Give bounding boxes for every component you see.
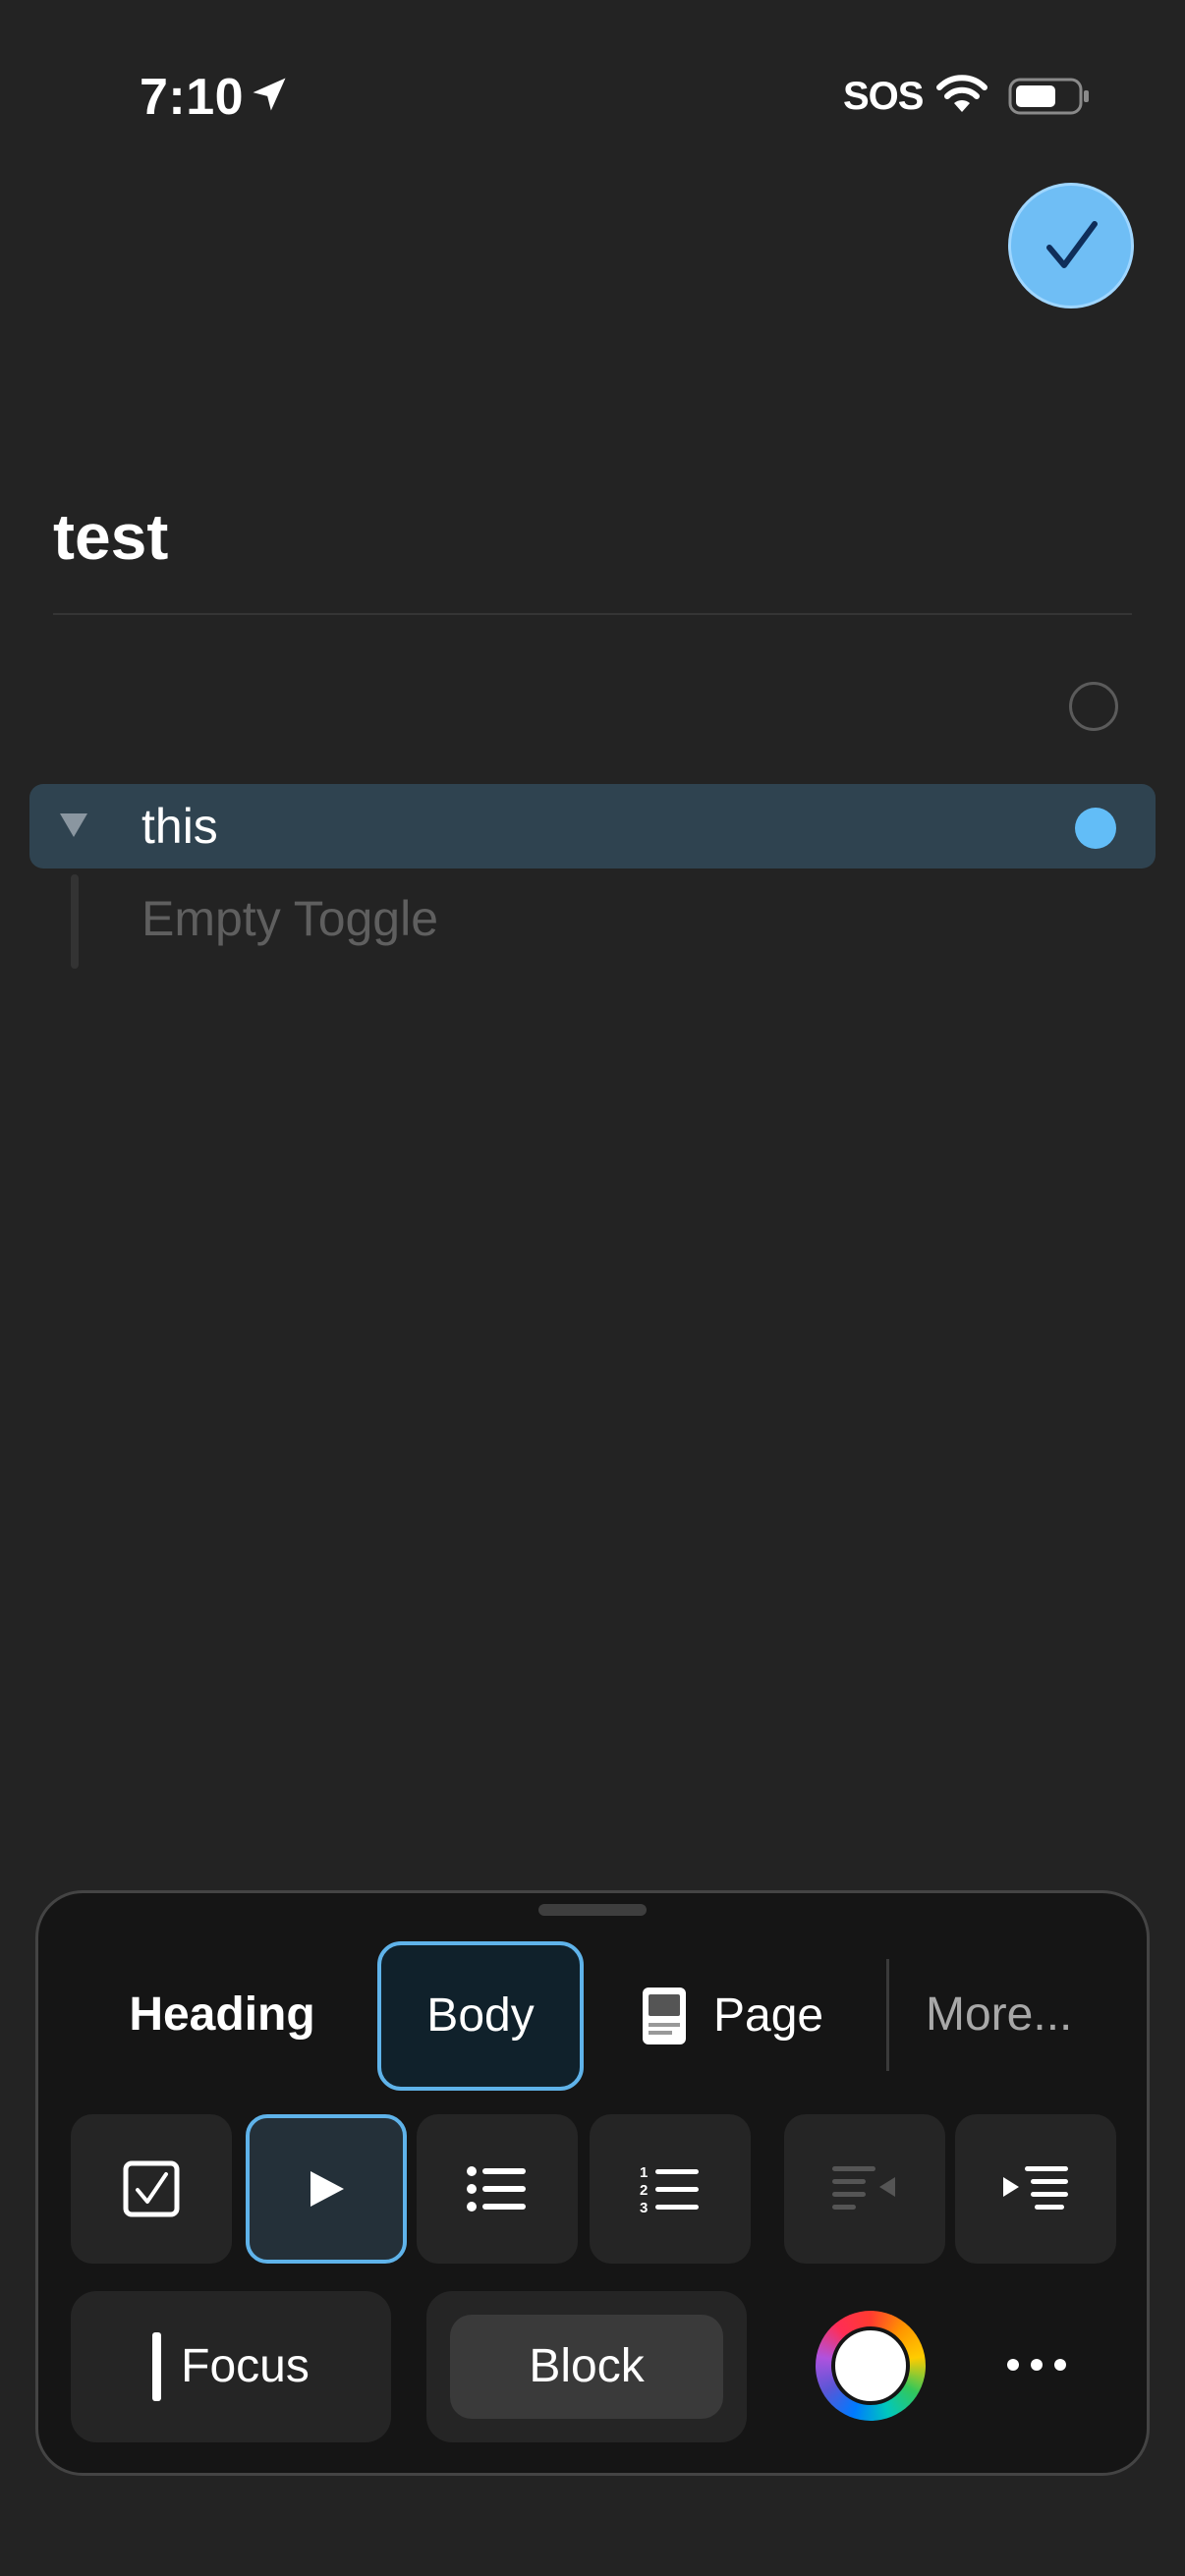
block-mode-selected: Block — [450, 2315, 723, 2419]
done-button[interactable] — [1008, 183, 1134, 308]
toolbar-grabber[interactable] — [538, 1904, 647, 1916]
svg-text:1: 1 — [640, 2164, 648, 2181]
toggle-child-guide — [71, 874, 79, 969]
note-title[interactable]: test — [53, 497, 168, 576]
status-sos: SOS — [843, 75, 924, 118]
bullet-list-icon — [467, 2166, 526, 2212]
outdent-icon — [832, 2166, 895, 2210]
bullet-list-button[interactable] — [417, 2114, 578, 2264]
page-style-button[interactable]: Page — [641, 1979, 823, 2053]
empty-toggle-placeholder[interactable]: Empty Toggle — [141, 888, 438, 949]
wifi-icon — [936, 75, 988, 112]
status-time: 7:10 — [140, 69, 245, 126]
play-triangle-icon — [310, 2171, 344, 2207]
toggle-disclosure-icon[interactable] — [57, 808, 90, 841]
indent-icon — [1003, 2166, 1068, 2210]
battery-icon — [1008, 78, 1089, 115]
page-style-label: Page — [713, 1989, 824, 2042]
line-select-circle[interactable] — [1069, 682, 1118, 731]
more-styles-button[interactable]: More... — [926, 1985, 1072, 2045]
toolbar-separator — [886, 1959, 889, 2071]
checkmark-icon — [1046, 221, 1098, 268]
focus-label: Focus — [181, 2340, 310, 2392]
block-label: Block — [529, 2340, 645, 2392]
color-picker-button[interactable] — [816, 2311, 926, 2421]
outdent-button[interactable] — [784, 2114, 945, 2264]
title-divider — [53, 613, 1132, 615]
svg-text:2: 2 — [640, 2182, 648, 2199]
more-options-icon[interactable] — [1002, 2340, 1071, 2389]
current-color-swatch — [831, 2326, 910, 2405]
body-style-label: Body — [426, 1989, 535, 2042]
line-selected-indicator[interactable] — [1075, 808, 1116, 849]
checkbox-block-button[interactable] — [71, 2114, 232, 2264]
svg-text:3: 3 — [640, 2200, 648, 2214]
body-style-button[interactable]: Body — [377, 1941, 584, 2091]
focus-button[interactable]: Focus — [71, 2291, 391, 2442]
numbered-list-button[interactable]: 1 2 3 — [590, 2114, 751, 2264]
heading-style-button[interactable]: Heading — [102, 1985, 342, 2045]
indent-button[interactable] — [955, 2114, 1116, 2264]
toggle-block-text[interactable]: this — [141, 796, 218, 857]
toggle-block-button[interactable] — [246, 2114, 407, 2264]
numbered-list-icon: 1 2 3 — [640, 2164, 699, 2214]
location-arrow-icon — [253, 78, 286, 111]
cursor-bar-icon — [152, 2332, 162, 2401]
block-mode-button[interactable]: Block — [426, 2291, 747, 2442]
checkbox-icon — [123, 2160, 180, 2217]
page-icon — [643, 1988, 686, 2044]
